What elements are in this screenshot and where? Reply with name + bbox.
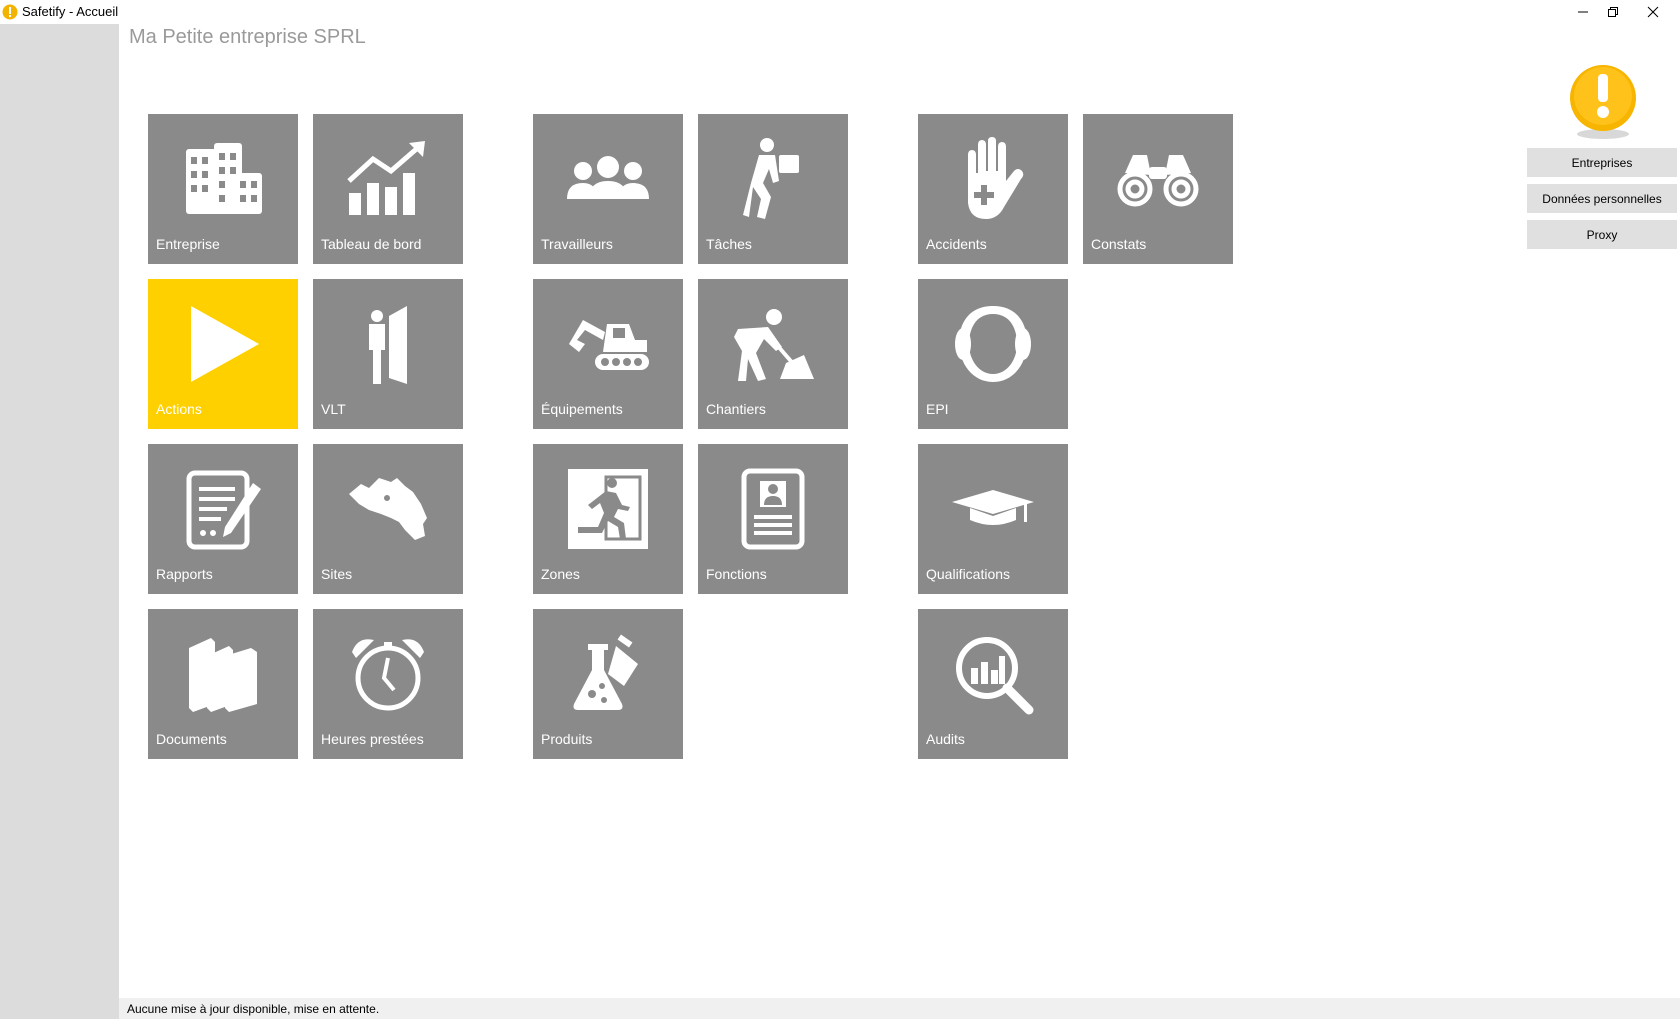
status-bar: Aucune mise à jour disponible, mise en a… — [119, 998, 1680, 1019]
restore-icon — [1608, 7, 1618, 17]
binoculars-icon — [1117, 155, 1199, 207]
safetify-logo-icon — [2, 4, 18, 20]
excavator-icon — [569, 320, 649, 370]
tile-rapports[interactable]: Rapports — [148, 444, 298, 594]
graduation-cap-icon — [952, 490, 1034, 525]
tile-audits[interactable]: Audits — [918, 609, 1068, 759]
tile-label: Constats — [1091, 236, 1147, 252]
tile-label: EPI — [926, 401, 949, 417]
tile-label: Heures prestées — [321, 731, 424, 747]
tile-label: Tableau de bord — [321, 236, 422, 252]
tile-label: Accidents — [926, 236, 987, 252]
close-icon — [1647, 6, 1659, 18]
chart-growth-icon — [347, 141, 425, 215]
tile-constats[interactable]: Constats — [1083, 114, 1233, 264]
donnees-personnelles-button[interactable]: Données personnelles — [1527, 184, 1677, 213]
tile-label: Zones — [541, 566, 580, 582]
tile-label: Tâches — [706, 236, 752, 252]
company-name: Ma Petite entreprise SPRL — [129, 26, 366, 48]
tile-label: Qualifications — [926, 566, 1011, 582]
tile-accidents[interactable]: Accidents — [918, 114, 1068, 264]
tile-label: Sites — [321, 566, 353, 582]
tile-label: Actions — [156, 401, 202, 417]
tile-zones[interactable]: Zones — [533, 444, 683, 594]
tile-travailleurs[interactable]: Travailleurs — [533, 114, 683, 264]
tile-actions[interactable]: Actions — [148, 279, 298, 429]
tile-label: Travailleurs — [541, 236, 613, 252]
tile-tableau-de-bord[interactable]: Tableau de bord — [313, 114, 463, 264]
belgium-map-icon — [349, 478, 427, 540]
proxy-button[interactable]: Proxy — [1527, 220, 1677, 249]
hand-medical-icon — [968, 136, 1024, 219]
tile-label: VLT — [321, 401, 346, 417]
report-pen-icon — [186, 470, 261, 549]
ear-protection-icon — [955, 305, 1031, 382]
tile-label: Fonctions — [706, 566, 767, 582]
tile-heures-prestees[interactable]: Heures prestées — [313, 609, 463, 759]
worker-carrying-icon — [743, 137, 799, 219]
emergency-exit-icon — [568, 469, 648, 549]
digging-worker-icon — [734, 308, 814, 381]
tile-sites[interactable]: Sites — [313, 444, 463, 594]
tile-label: Entreprise — [156, 236, 220, 252]
tile-documents[interactable]: Documents — [148, 609, 298, 759]
tile-label: Équipements — [541, 401, 623, 417]
tile-taches[interactable]: Tâches — [698, 114, 848, 264]
tile-equipements[interactable]: Équipements — [533, 279, 683, 429]
people-icon — [567, 156, 649, 199]
tile-label: Chantiers — [706, 401, 766, 417]
tile-label: Documents — [156, 731, 227, 747]
buildings-icon — [186, 143, 262, 214]
tile-fonctions[interactable]: Fonctions — [698, 444, 848, 594]
tile-produits[interactable]: Produits — [533, 609, 683, 759]
exclamation-warning-icon — [1570, 65, 1636, 139]
window-title: Safetify - Accueil — [22, 4, 119, 19]
tile-label: Rapports — [156, 566, 213, 582]
magnifier-chart-icon — [956, 637, 1034, 715]
tile-entreprise[interactable]: Entreprise — [148, 114, 298, 264]
alarm-clock-icon — [352, 639, 424, 711]
title-bar: Safetify - Accueil — [0, 0, 1680, 24]
chemical-flask-icon — [573, 634, 638, 710]
close-button[interactable] — [1630, 0, 1676, 24]
minimize-icon — [1578, 11, 1588, 13]
tile-chantiers[interactable]: Chantiers — [698, 279, 848, 429]
id-card-icon — [741, 468, 805, 550]
play-icon — [191, 306, 259, 382]
person-door-icon — [369, 305, 407, 384]
status-text: Aucune mise à jour disponible, mise en a… — [127, 1002, 380, 1016]
entreprises-button[interactable]: Entreprises — [1527, 148, 1677, 177]
tile-epi[interactable]: EPI — [918, 279, 1068, 429]
tile-label: Audits — [926, 731, 965, 747]
tile-label: Produits — [541, 731, 593, 747]
tile-vlt[interactable]: VLT — [313, 279, 463, 429]
books-icon — [189, 638, 257, 712]
left-sidebar — [0, 24, 119, 1019]
tile-qualifications[interactable]: Qualifications — [918, 444, 1068, 594]
